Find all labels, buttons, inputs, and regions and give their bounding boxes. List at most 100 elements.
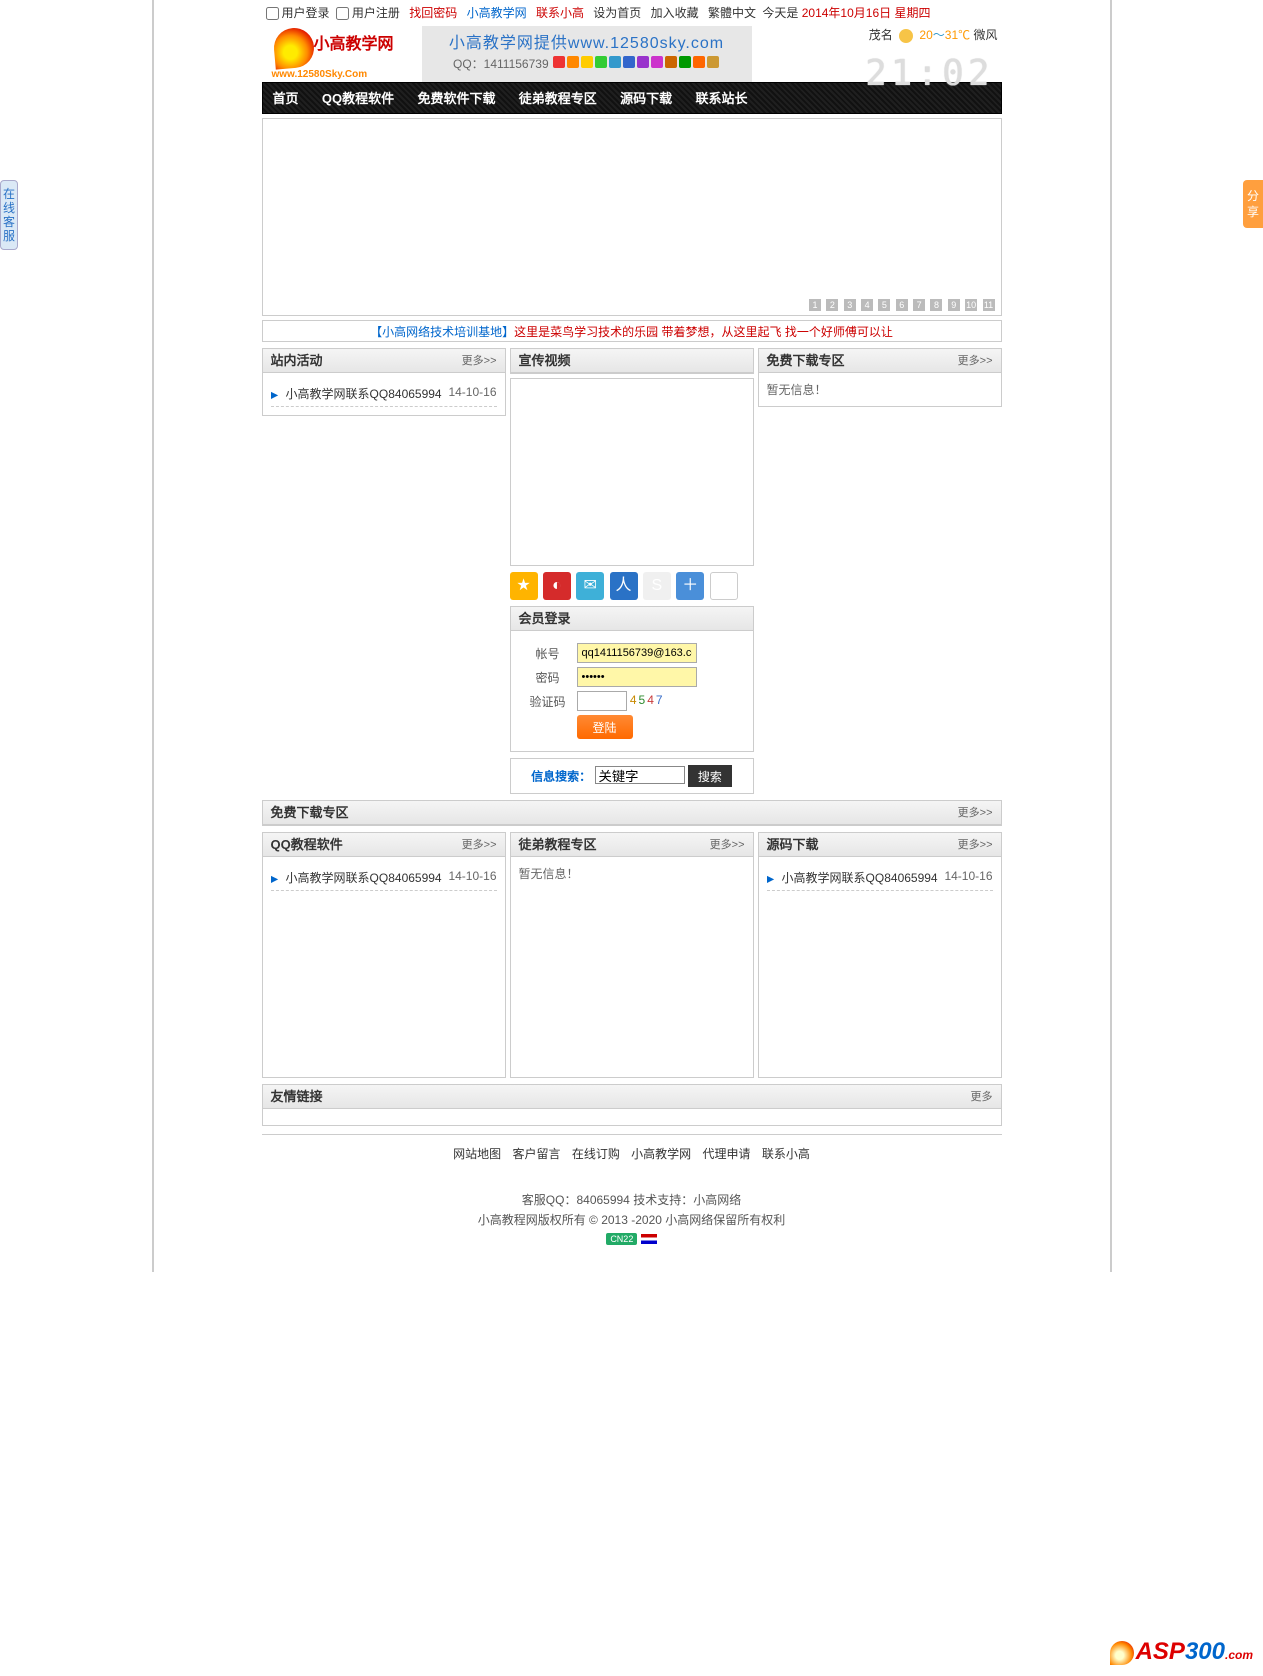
label-password: 密码 [523, 667, 573, 687]
slider-page[interactable]: 9 [948, 299, 960, 311]
item-link[interactable]: 小高教学网联系QQ84065994 [286, 387, 442, 401]
slider-page[interactable]: 11 [983, 299, 995, 311]
more-link[interactable]: 更多>> [462, 833, 497, 857]
slider-page[interactable]: 5 [878, 299, 890, 311]
more-link[interactable]: 更多>> [462, 349, 497, 373]
share-renren-icon[interactable]: 人 [610, 572, 638, 600]
list-item[interactable]: ▶ 小高教学网联系QQ84065994 14-10-16 [271, 865, 497, 891]
more-link[interactable]: 更多>> [958, 349, 993, 373]
slider-page[interactable]: 8 [930, 299, 942, 311]
list-item[interactable]: ▶ 小高教学网联系QQ84065994 14-10-16 [767, 865, 993, 891]
panel-source: 源码下载更多>> ▶ 小高教学网联系QQ84065994 14-10-16 [758, 832, 1002, 1078]
register-link[interactable]: 用户注册 [352, 6, 400, 20]
bullet-icon: ▶ [271, 874, 279, 885]
captcha-input[interactable] [577, 691, 627, 711]
empty-text: 暂无信息！ [519, 867, 579, 881]
slider-page[interactable]: 2 [826, 299, 838, 311]
nav-freedl[interactable]: 免费软件下载 [407, 83, 505, 115]
login-link[interactable]: 用户登录 [282, 6, 330, 20]
footlink-order[interactable]: 在线订购 [572, 1147, 620, 1161]
search-button[interactable]: 搜索 [688, 765, 732, 787]
share-count: 0 [710, 572, 738, 600]
today-week: 星期四 [894, 6, 930, 20]
nav-qq[interactable]: QQ教程软件 [312, 83, 404, 115]
slider-page[interactable]: 1 [809, 299, 821, 311]
panel-title: QQ教程软件 [271, 837, 343, 852]
watermark-flame-icon [1110, 1641, 1134, 1665]
clock: 21:02 [865, 46, 993, 102]
marquee-tag: 【小高网络技术培训基地】 [370, 325, 514, 339]
addfav-link[interactable]: 加入收藏 [651, 6, 699, 20]
more-link[interactable]: 更多>> [710, 833, 745, 857]
footlink-guestbook[interactable]: 客户留言 [512, 1147, 560, 1161]
item-link[interactable]: 小高教学网联系QQ84065994 [782, 871, 938, 885]
hero-slider[interactable]: 1 2 3 4 5 6 7 8 9 10 11 [262, 118, 1002, 316]
label-username: 帐号 [523, 643, 573, 663]
share-weibo-icon[interactable]: ◐ [543, 572, 571, 600]
today-prefix: 今天是 [762, 6, 798, 20]
username-input[interactable] [577, 643, 697, 663]
panel-title: 徒弟教程专区 [519, 837, 597, 852]
nav-contact[interactable]: 联系站长 [686, 83, 758, 115]
logo-flame-icon [272, 26, 315, 69]
panel-title: 站内活动 [271, 353, 323, 368]
panel-title: 免费下载专区 [767, 353, 845, 368]
nav-tudi[interactable]: 徒弟教程专区 [509, 83, 607, 115]
findpwd-link[interactable]: 找回密码 [409, 6, 457, 20]
label-captcha: 验证码 [523, 691, 573, 711]
logo[interactable]: 小高教学网 www.12580Sky.Com [266, 26, 416, 82]
lang-flag-icon [641, 1234, 657, 1244]
item-link[interactable]: 小高教学网联系QQ84065994 [286, 871, 442, 885]
share-qzone-icon[interactable]: ★ [510, 572, 538, 600]
panel-title: 会员登录 [519, 611, 571, 626]
share-tqq-icon[interactable]: ✉ [576, 572, 604, 600]
marquee-text: 这里是菜鸟学习技术的乐园 [514, 325, 658, 339]
panel-friendlinks: 友情链接更多 [262, 1084, 1002, 1126]
site-link[interactable]: 小高教学网 [467, 6, 527, 20]
captcha-image[interactable]: 4547 [630, 693, 665, 707]
share-tab[interactable]: 分享 [1243, 180, 1263, 228]
trad-link[interactable]: 繁體中文 [708, 6, 756, 20]
footer-line2: 小高教程网版权所有 © 2013 -2020 小高网络保留所有权利 [262, 1211, 1002, 1228]
empty-text: 暂无信息！ [767, 383, 827, 397]
sethome-link[interactable]: 设为首页 [593, 6, 641, 20]
more-link[interactable]: 更多>> [958, 801, 993, 825]
search-input[interactable] [595, 766, 685, 784]
panel-title: 宣传视频 [519, 353, 571, 368]
list-item[interactable]: ▶ 小高教学网联系QQ84065994 14-10-16 [271, 381, 497, 407]
footlink-agent[interactable]: 代理申请 [703, 1147, 751, 1161]
marquee-text2: 带着梦想，从这里起飞 找一个好师傅可以让 [662, 325, 893, 339]
more-link[interactable]: 更多>> [958, 833, 993, 857]
header-banner[interactable]: 小高教学网提供www.12580sky.com QQ：1411156739 [422, 26, 752, 82]
video-box[interactable] [510, 378, 754, 566]
search-bar: 信息搜索： 搜索 [510, 758, 754, 794]
contact-link[interactable]: 联系小高 [536, 6, 584, 20]
logo-text-cn: 小高教学网 [314, 30, 394, 54]
share-more-icon[interactable]: ＋ [676, 572, 704, 600]
watermark: ASP300.com [1110, 1638, 1253, 1666]
footlink-site[interactable]: 小高教学网 [631, 1147, 691, 1161]
online-support-tab[interactable]: 在线客服 [0, 180, 18, 250]
nav-home[interactable]: 首页 [263, 83, 309, 115]
header: 小高教学网 www.12580Sky.Com 小高教学网提供www.12580s… [262, 22, 1002, 82]
footlink-sitemap[interactable]: 网站地图 [453, 1147, 501, 1161]
slider-page[interactable]: 10 [965, 299, 977, 311]
footer: 客服QQ：84065994 技术支持：小高网络 小高教程网版权所有 © 2013… [262, 1172, 1002, 1272]
panel-tudi: 徒弟教程专区 更多>> 暂无信息！ [510, 832, 754, 1078]
login-checkbox[interactable] [266, 7, 279, 20]
slider-page[interactable]: 3 [844, 299, 856, 311]
more-link[interactable]: 更多 [971, 1085, 993, 1109]
panel-activity: 站内活动 更多>> ▶ 小高教学网联系QQ84065994 14-10-16 [262, 348, 506, 416]
register-checkbox[interactable] [336, 7, 349, 20]
share-sohu-icon[interactable]: S [643, 572, 671, 600]
panel-login: 会员登录 帐号 密码 验证码 4547 [510, 606, 754, 752]
banner-icons [552, 57, 720, 71]
banner-line1: 小高教学网提供www.12580sky.com [422, 29, 752, 53]
login-button[interactable]: 登陆 [577, 715, 633, 739]
slider-page[interactable]: 6 [896, 299, 908, 311]
slider-page[interactable]: 7 [913, 299, 925, 311]
slider-page[interactable]: 4 [861, 299, 873, 311]
password-input[interactable] [577, 667, 697, 687]
nav-source[interactable]: 源码下载 [610, 83, 682, 115]
footlink-contact[interactable]: 联系小高 [762, 1147, 810, 1161]
